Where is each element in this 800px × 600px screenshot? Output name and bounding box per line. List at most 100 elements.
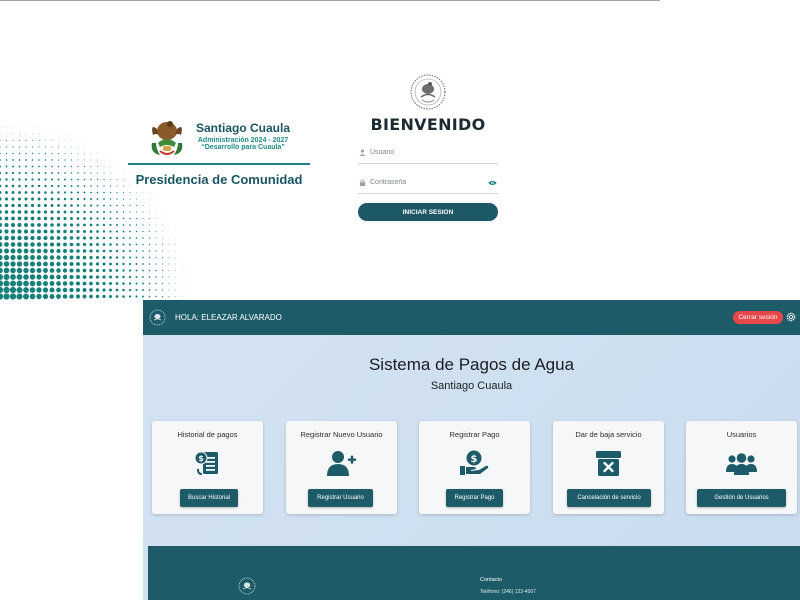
pattern-dot: [155, 243, 157, 246]
pattern-dot: [37, 223, 41, 227]
pattern-dot: [50, 210, 54, 214]
pattern-dot: [44, 191, 47, 194]
cancel-service-button[interactable]: Cancelación de servicio: [567, 489, 651, 507]
card-title: Historial de pagos: [177, 430, 238, 439]
pattern-dot: [90, 172, 92, 174]
pattern-dot: [25, 127, 27, 128]
pattern-dot: [70, 159, 73, 161]
pattern-dot: [108, 294, 113, 299]
pattern-dot: [75, 281, 81, 286]
password-input[interactable]: [358, 172, 478, 193]
pattern-dot: [148, 237, 151, 239]
pattern-dot: [4, 216, 9, 221]
pattern-dot: [49, 287, 55, 293]
footer-contact-title: Contacto: [480, 577, 503, 583]
pattern-dot: [96, 185, 99, 187]
pattern-dot: [29, 267, 36, 274]
gear-icon[interactable]: [786, 312, 796, 322]
pattern-dot: [129, 230, 131, 233]
pattern-dot: [142, 205, 144, 206]
pattern-dot: [57, 204, 60, 207]
pattern-dot: [31, 191, 34, 194]
presidency-title: Presidencia de Comunidad: [135, 172, 303, 187]
pattern-dot: [109, 217, 112, 220]
user-icon: [359, 149, 366, 156]
pattern-dot: [17, 197, 22, 201]
pattern-dot: [19, 133, 20, 135]
pattern-dot: [149, 211, 150, 213]
pattern-dot: [122, 211, 125, 213]
pattern-dot: [135, 217, 138, 220]
pattern-dot: [30, 223, 35, 227]
pattern-dot: [90, 185, 92, 187]
pattern-dot: [11, 171, 15, 175]
welcome-heading: BIENVENIDO: [370, 115, 486, 134]
pattern-dot: [50, 178, 54, 181]
username-input[interactable]: [358, 142, 478, 163]
pattern-dot: [102, 243, 106, 246]
pattern-dot: [3, 274, 10, 280]
pattern-dot: [142, 217, 144, 220]
pattern-dot: [129, 204, 131, 207]
pattern-dot: [31, 184, 34, 188]
pattern-dot: [142, 282, 144, 285]
pattern-dot: [43, 203, 48, 208]
pattern-dot: [56, 223, 61, 227]
pattern-dot: [44, 165, 47, 168]
logout-button[interactable]: Cerrar sesión: [733, 311, 783, 324]
pattern-dot: [95, 255, 100, 260]
pattern-dot: [102, 249, 106, 253]
pattern-dot: [155, 289, 157, 291]
register-payment-button[interactable]: Registrar Pago: [446, 489, 503, 507]
pattern-dot: [122, 262, 125, 266]
pattern-dot: [135, 204, 138, 207]
pattern-dot: [63, 216, 67, 221]
pattern-dot: [95, 262, 100, 266]
pattern-dot: [49, 293, 55, 300]
pattern-dot: [62, 287, 68, 293]
pattern-dot: [109, 236, 112, 240]
search-history-button[interactable]: Buscar Historial: [180, 489, 238, 507]
pattern-dot: [83, 210, 86, 214]
pattern-dot: [49, 261, 55, 267]
pattern-dot: [135, 211, 138, 213]
pattern-dot: [12, 159, 14, 161]
pattern-dot: [102, 210, 106, 214]
pattern-dot: [155, 282, 157, 285]
pattern-dot: [142, 237, 144, 239]
pattern-dot: [24, 184, 28, 188]
pattern-dot: [18, 184, 21, 188]
pattern-dot: [122, 243, 125, 246]
pattern-dot: [135, 269, 138, 272]
pattern-dot: [70, 172, 73, 174]
pattern-dot: [142, 269, 144, 272]
pattern-dot: [175, 289, 176, 291]
pattern-dot: [77, 178, 79, 181]
user-management-button[interactable]: Gestión de Usuarios: [697, 489, 786, 507]
pattern-dot: [97, 159, 98, 161]
pattern-dot: [115, 262, 119, 266]
pattern-dot: [95, 281, 100, 286]
pattern-dot: [82, 236, 87, 240]
pattern-dot: [50, 216, 54, 221]
pattern-dot: [77, 172, 79, 174]
pattern-dot: [155, 250, 157, 252]
pattern-dot: [4, 222, 9, 228]
eye-icon[interactable]: [488, 180, 497, 186]
pattern-dot: [122, 275, 125, 279]
pattern-dot: [76, 217, 80, 220]
pattern-dot: [42, 274, 49, 280]
pattern-dot: [56, 229, 61, 234]
pattern-dot: [109, 198, 112, 200]
pattern-dot: [63, 229, 67, 234]
register-user-button[interactable]: Registrar Usuario: [308, 489, 373, 507]
pattern-dot: [97, 153, 98, 154]
pattern-dot: [38, 159, 40, 161]
pattern-dot: [57, 184, 60, 188]
pattern-dot: [76, 197, 80, 201]
pattern-dot: [168, 263, 170, 265]
login-button[interactable]: INICIAR SESION: [358, 203, 498, 221]
slogan: “Desarrollo para Cuaula”: [201, 144, 285, 151]
pattern-dot: [0, 242, 3, 247]
pattern-dot: [75, 287, 81, 293]
